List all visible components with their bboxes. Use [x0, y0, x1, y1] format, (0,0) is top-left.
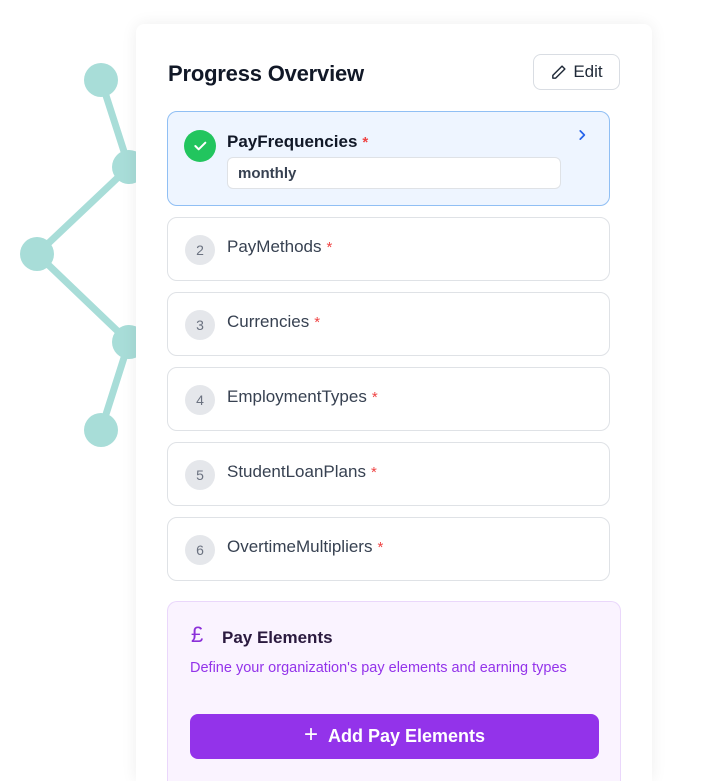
step-number-badge: 4	[185, 385, 215, 415]
pay-elements-title: Pay Elements	[222, 628, 333, 647]
required-marker: *	[371, 389, 378, 406]
step-overtime-multipliers[interactable]: 6 OvertimeMultipliers *	[167, 517, 610, 581]
required-marker: *	[314, 314, 321, 331]
step-label: StudentLoanPlans *	[227, 462, 377, 481]
step-label: PayFrequencies *	[227, 132, 369, 151]
step-label: OvertimeMultipliers *	[227, 537, 384, 556]
progress-overview-panel: Progress Overview Edit PayFrequencies * m…	[136, 24, 652, 781]
required-marker: *	[326, 239, 333, 256]
chevron-right-icon[interactable]	[575, 128, 589, 142]
required-marker: *	[362, 134, 369, 151]
pay-elements-description: Define your organization's pay elements …	[190, 660, 567, 676]
step-number-badge: 2	[185, 235, 215, 265]
step-label: EmploymentTypes *	[227, 387, 378, 406]
step-currencies[interactable]: 3 Currencies *	[167, 292, 610, 356]
step-number-badge: 3	[185, 310, 215, 340]
add-pay-elements-button[interactable]: + Add Pay Elements	[190, 714, 599, 759]
add-pay-elements-label: Add Pay Elements	[327, 726, 486, 746]
check-icon	[184, 130, 216, 162]
step-label: PayMethods *	[227, 237, 333, 256]
plus-icon: +	[303, 721, 318, 748]
pay-elements-card: £ Pay Elements Define your organization'…	[167, 601, 621, 781]
step-employment-types[interactable]: 4 EmploymentTypes *	[167, 367, 610, 431]
step-pay-methods[interactable]: 2 PayMethods *	[167, 217, 610, 281]
panel-title: Progress Overview	[168, 61, 364, 86]
step-student-loan-plans[interactable]: 5 StudentLoanPlans *	[167, 442, 610, 506]
step-label: Currencies *	[227, 312, 321, 331]
required-marker: *	[377, 539, 384, 556]
pound-icon: £	[191, 622, 204, 647]
step-number-badge: 5	[185, 460, 215, 490]
step-pay-frequencies[interactable]: PayFrequencies * monthly	[167, 111, 610, 206]
pencil-icon	[552, 64, 566, 79]
edit-button[interactable]: Edit	[533, 54, 620, 90]
step-number-badge: 6	[185, 535, 215, 565]
edit-button-label: Edit	[573, 62, 603, 81]
step-value-field: monthly	[227, 157, 561, 189]
required-marker: *	[370, 464, 377, 481]
